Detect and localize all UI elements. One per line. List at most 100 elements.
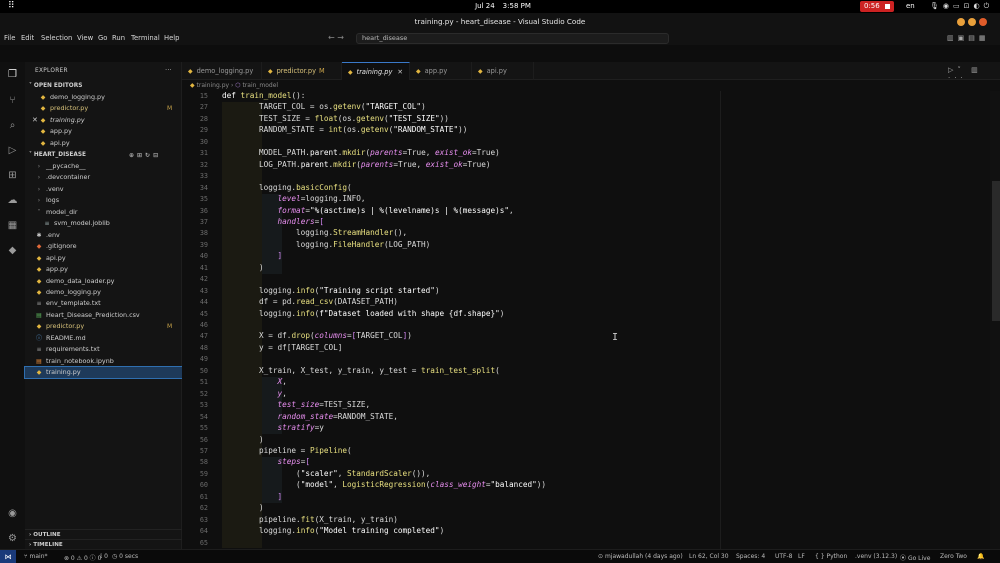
maximize-button[interactable] xyxy=(968,18,976,26)
tab-demo-logging[interactable]: ◆ demo_logging.py xyxy=(182,62,262,80)
code-line[interactable]: logging.info("Training script started") xyxy=(222,286,440,295)
menu-selection[interactable]: Selection xyxy=(41,34,72,42)
containers-icon[interactable]: ▦ xyxy=(6,219,19,232)
menu-view[interactable]: View xyxy=(77,34,93,42)
tab-predictor[interactable]: ◆ predictor.py M xyxy=(262,62,342,80)
file-tree-item[interactable]: ◆ predictor.py M xyxy=(25,321,182,332)
account-icon[interactable]: ◉ xyxy=(6,507,19,520)
code-line[interactable]: X_train, X_test, y_train, y_test = train… xyxy=(222,366,500,375)
menu-run[interactable]: Run xyxy=(112,34,125,42)
branch-indicator[interactable]: ⑂ main* xyxy=(24,553,48,560)
search-icon[interactable]: ⌕ xyxy=(6,119,19,132)
code-line[interactable]: y, xyxy=(222,389,287,398)
theme-indicator[interactable]: Zero Two xyxy=(940,553,967,560)
open-editor-item[interactable]: ◆ demo_logging.py xyxy=(25,92,182,103)
file-tree-item[interactable]: ◆ api.py xyxy=(25,253,182,264)
extensions-icon[interactable]: ⊞ xyxy=(6,169,19,182)
code-line[interactable]: test_size=TEST_SIZE, xyxy=(222,400,371,409)
language-mode[interactable]: { } Python xyxy=(815,553,847,560)
file-tree-item[interactable]: ◆ .gitignore xyxy=(25,241,182,252)
code-line[interactable]: TEST_SIZE = float(os.getenv("TEST_SIZE")… xyxy=(222,114,449,123)
open-editor-item[interactable]: ◆ app.py xyxy=(25,126,182,137)
breadcrumb-file[interactable]: training.py xyxy=(197,82,230,89)
breadcrumb-symbol[interactable]: train_model xyxy=(242,82,278,89)
bell-icon[interactable]: 🔔 xyxy=(977,553,984,560)
git-blame[interactable]: ⊙ mjawadullah (4 days ago) xyxy=(598,553,683,560)
layout-controls[interactable]: ▥▣▤▦ xyxy=(947,34,989,42)
code-line[interactable]: pipeline.fit(X_train, y_train) xyxy=(222,515,398,524)
code-line[interactable]: ("model", LogisticRegression(class_weigh… xyxy=(222,480,546,489)
menu-help[interactable]: Help xyxy=(164,34,180,42)
code-line[interactable]: y = df[TARGET_COL] xyxy=(222,343,342,352)
indentation[interactable]: Spaces: 4 xyxy=(736,553,765,560)
code-line[interactable]: ) xyxy=(222,263,264,272)
code-line[interactable]: logging.info(f"Dataset loaded with shape… xyxy=(222,309,504,318)
os-clock[interactable]: Jul 24 3:58 PM xyxy=(468,2,538,10)
run-icon[interactable]: ▷ xyxy=(948,66,957,74)
folder-header[interactable]: ˅ HEART_DISEASE ⊕⊞↻⊟ xyxy=(25,150,182,160)
code-line[interactable]: logging.info("Model training completed") xyxy=(222,526,444,535)
open-editor-item-active[interactable]: ✕ ◆ training.py xyxy=(25,115,182,126)
close-tab-icon[interactable]: ✕ xyxy=(397,68,403,76)
file-tree-item[interactable]: ≡ requirements.txt xyxy=(25,344,182,355)
code-line[interactable]: LOG_PATH.parent.mkdir(parents=True, exis… xyxy=(222,160,491,169)
file-tree-item[interactable]: ✱ .env xyxy=(25,230,182,241)
close-window-button[interactable] xyxy=(979,18,987,26)
file-tree-item[interactable]: ▤ train_notebook.ipynb xyxy=(25,356,182,367)
code-line[interactable]: handlers=[ xyxy=(222,217,324,226)
split-editor-icon[interactable]: ▥ xyxy=(971,66,982,74)
command-center-search[interactable]: heart_disease xyxy=(356,33,669,44)
back-arrow-icon[interactable]: ← xyxy=(328,33,335,42)
problems-indicator[interactable]: ⊗ 0 ⚠ 0 ⓘ 0 xyxy=(64,553,101,562)
outline-section[interactable]: › OUTLINE xyxy=(25,529,182,539)
file-tree-item[interactable]: › .venv xyxy=(25,184,182,195)
code-line[interactable]: def train_model(): xyxy=(222,91,305,100)
menu-file[interactable]: File xyxy=(4,34,15,42)
run-debug-icon[interactable]: ▷ xyxy=(6,144,19,157)
open-editors-header[interactable]: ˅ OPEN EDITORS xyxy=(25,81,182,91)
folder-actions[interactable]: ⊕⊞↻⊟ xyxy=(129,151,161,161)
activities-icon[interactable]: ⠿ xyxy=(8,1,15,11)
recording-indicator[interactable]: 0:56 xyxy=(860,1,894,12)
code-line[interactable]: X = df.drop(columns=[TARGET_COL]) xyxy=(222,331,412,340)
remote-explorer-icon[interactable]: ☁ xyxy=(6,194,19,207)
code-line[interactable]: RANDOM_STATE = int(os.getenv("RANDOM_STA… xyxy=(222,125,467,134)
eol[interactable]: LF xyxy=(798,553,805,560)
code-line[interactable]: MODEL_PATH.parent.mkdir(parents=True, ex… xyxy=(222,148,500,157)
time-tracker[interactable]: ◷ 0 secs xyxy=(112,553,138,560)
close-icon[interactable]: ✕ xyxy=(32,115,38,126)
code-line[interactable]: ) xyxy=(222,503,264,512)
file-tree-item[interactable]: ◆ demo_logging.py xyxy=(25,287,182,298)
file-tree-item[interactable]: ˅ model_dir xyxy=(25,207,182,218)
explorer-icon[interactable]: ❐ xyxy=(6,68,19,81)
code-line[interactable]: stratify=y xyxy=(222,423,324,432)
cursor-position[interactable]: Ln 62, Col 30 xyxy=(689,553,729,560)
code-line[interactable]: steps=[ xyxy=(222,457,310,466)
file-tree-item[interactable]: ⓘ README.md xyxy=(25,333,182,344)
scrollbar-thumb[interactable] xyxy=(992,181,1000,321)
code-line[interactable]: logging.StreamHandler(), xyxy=(222,228,407,237)
code-line[interactable]: level=logging.INFO, xyxy=(222,194,366,203)
code-line[interactable]: df = pd.read_csv(DATASET_PATH) xyxy=(222,297,398,306)
keyboard-language[interactable]: en xyxy=(906,2,915,10)
encoding[interactable]: UTF-8 xyxy=(775,553,793,560)
more-actions-icon[interactable]: ··· xyxy=(165,66,172,74)
ports-indicator[interactable]: ⟟ 0 xyxy=(100,553,108,561)
remote-indicator-icon[interactable]: ⋈ xyxy=(0,550,16,563)
python-env[interactable]: .venv (3.12.3) xyxy=(855,553,897,560)
code-line[interactable]: logging.basicConfig( xyxy=(222,183,352,192)
nav-arrows[interactable]: ← → xyxy=(328,33,344,42)
open-editor-item[interactable]: ◆ api.py xyxy=(25,138,182,149)
file-tree-item[interactable]: ≡ svm_model.joblib xyxy=(25,218,182,229)
code-line[interactable]: random_state=RANDOM_STATE, xyxy=(222,412,398,421)
menu-go[interactable]: Go xyxy=(98,34,107,42)
code-line[interactable]: ("scaler", StandardScaler()), xyxy=(222,469,430,478)
file-tree-item[interactable]: › .devcontainer xyxy=(25,172,182,183)
source-control-icon[interactable]: ⑂ xyxy=(6,94,19,107)
menu-edit[interactable]: Edit xyxy=(21,34,34,42)
menu-terminal[interactable]: Terminal xyxy=(131,34,160,42)
code-line[interactable]: ] xyxy=(222,251,283,260)
tab-training[interactable]: ◆ training.py ✕ xyxy=(342,62,410,80)
python-icon[interactable]: ◆ xyxy=(6,244,19,257)
code-line[interactable]: logging.FileHandler(LOG_PATH) xyxy=(222,240,430,249)
